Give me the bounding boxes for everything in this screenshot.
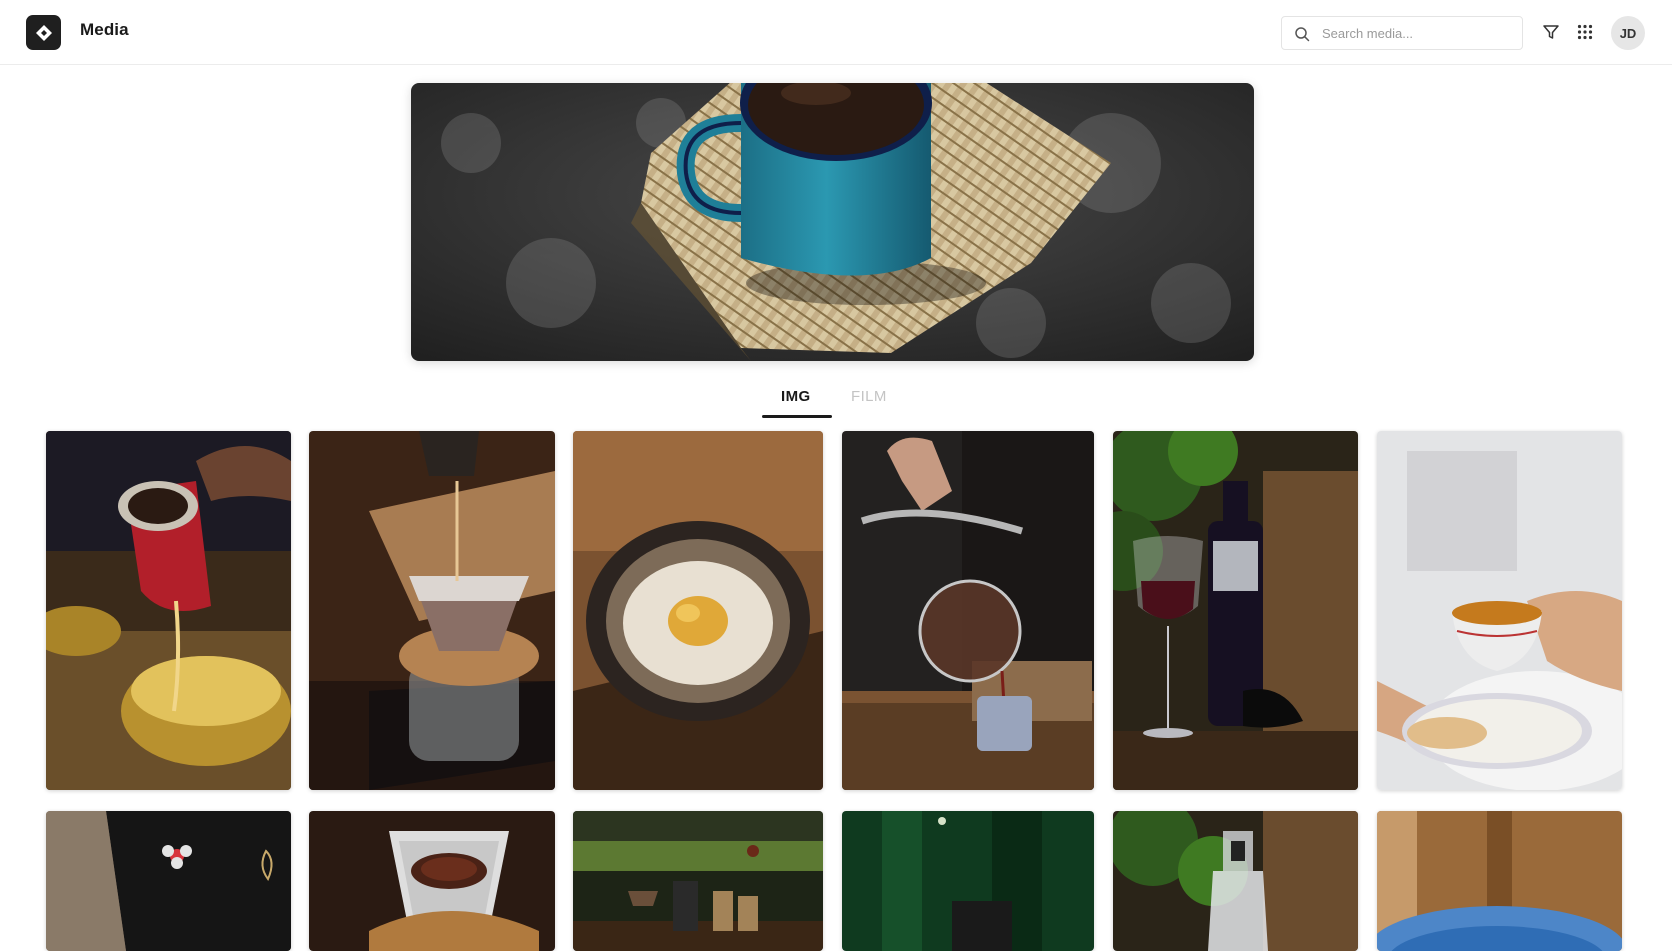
user-avatar[interactable]: JD [1611,16,1645,50]
gallery-item[interactable] [1113,431,1358,790]
tab-img[interactable]: IMG [781,388,811,405]
gallery-item[interactable] [842,431,1094,790]
app-title: Media [80,20,129,39]
diamond-logo-icon[interactable] [26,15,61,50]
gallery-item[interactable] [46,431,291,790]
search-box[interactable] [1281,16,1523,50]
media-type-tabs: IMG FILM [0,383,1672,419]
active-tab-indicator [762,415,832,418]
top-bar: Media JD [0,0,1672,65]
search-input[interactable] [1320,17,1516,49]
filter-icon[interactable] [1540,21,1562,43]
gallery-item[interactable] [1377,811,1622,951]
gallery-item[interactable] [1377,431,1622,790]
gallery-item[interactable] [309,431,555,790]
gallery-item[interactable] [1113,811,1358,951]
search-icon [1295,27,1310,42]
gallery-item[interactable] [573,811,823,951]
hero-image[interactable] [411,83,1254,361]
gallery-item[interactable] [842,811,1094,951]
grid-apps-icon[interactable] [1574,21,1596,43]
gallery-item[interactable] [573,431,823,790]
tab-film[interactable]: FILM [851,388,887,405]
gallery-item[interactable] [309,811,555,951]
gallery-item[interactable] [46,811,291,951]
